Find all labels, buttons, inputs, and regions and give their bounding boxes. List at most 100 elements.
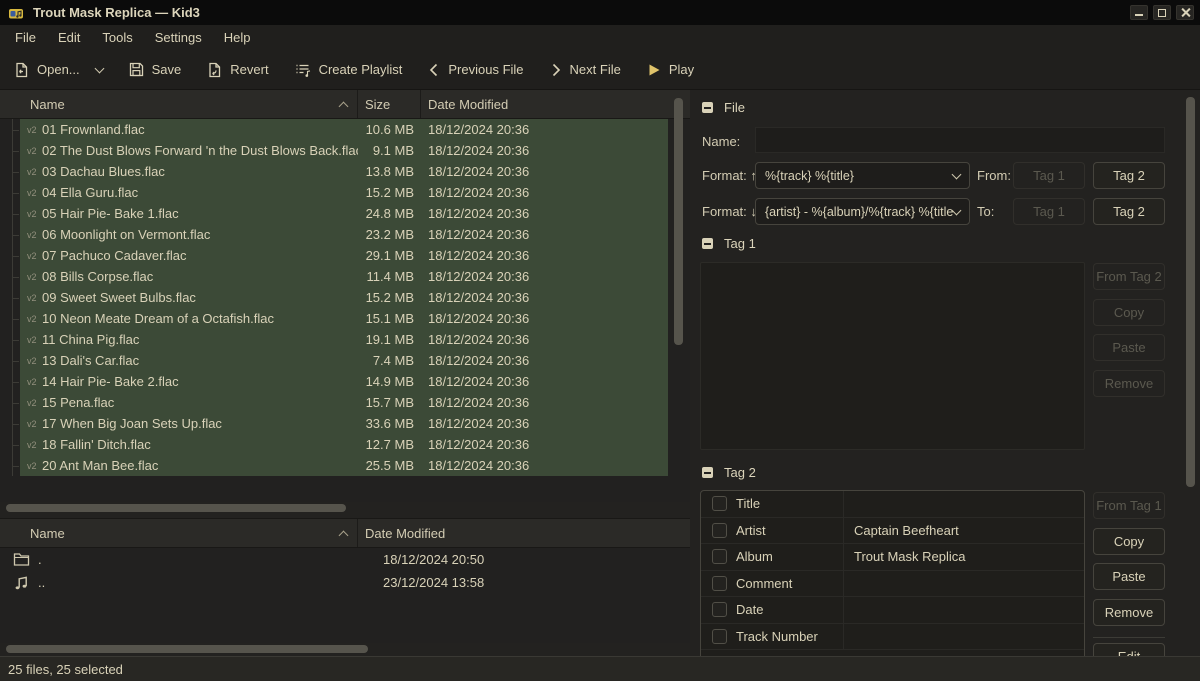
table-row[interactable]: v208 Bills Corpse.flac11.4 MB18/12/2024 … — [0, 266, 668, 287]
table-row[interactable]: v215 Pena.flac15.7 MB18/12/2024 20:36 — [0, 392, 668, 413]
table-row[interactable]: v202 The Dust Blows Forward 'n the Dust … — [0, 140, 668, 161]
tag-editor-pane: File Name: Format: ↑ %{track} %{title} F… — [690, 90, 1200, 656]
tag2-paste-button[interactable]: Paste — [1093, 563, 1165, 590]
file-list-hscroll-thumb[interactable] — [6, 504, 346, 512]
collapse-tag2-icon[interactable] — [702, 467, 713, 478]
menu-edit[interactable]: Edit — [47, 25, 91, 50]
list-item[interactable]: .18/12/2024 20:50 — [0, 548, 690, 571]
column-header-name[interactable]: Name — [0, 90, 358, 118]
collapse-tag1-icon[interactable] — [702, 238, 713, 249]
tree-branch-icon — [0, 182, 20, 203]
format-up-combobox[interactable]: %{track} %{title} — [755, 162, 970, 189]
table-row[interactable]: v211 China Pig.flac19.1 MB18/12/2024 20:… — [0, 329, 668, 350]
file-name: 10 Neon Meate Dream of a Octafish.flac — [42, 311, 358, 326]
field-value[interactable]: Captain Beefheart — [843, 518, 1084, 544]
tag2-section-header[interactable]: Tag 2 — [702, 465, 756, 480]
table-row[interactable]: v210 Neon Meate Dream of a Octafish.flac… — [0, 308, 668, 329]
menu-file[interactable]: File — [4, 25, 47, 50]
field-value[interactable] — [843, 571, 1084, 597]
format-down-label: Format: ↓ — [702, 204, 757, 219]
create-playlist-button[interactable]: Create Playlist — [295, 62, 403, 78]
field-checkbox[interactable] — [712, 576, 727, 591]
file-name: 15 Pena.flac — [42, 395, 358, 410]
window-title: Trout Mask Replica — Kid3 — [33, 5, 200, 20]
file-list-vscroll-thumb[interactable] — [674, 98, 683, 345]
table-row[interactable]: v206 Moonlight on Vermont.flac23.2 MB18/… — [0, 224, 668, 245]
table-row[interactable]: v201 Frownland.flac10.6 MB18/12/2024 20:… — [0, 119, 668, 140]
tag2-copy-button[interactable]: Copy — [1093, 528, 1165, 555]
file-name: 18 Fallin' Ditch.flac — [42, 437, 358, 452]
field-value[interactable] — [843, 491, 1084, 517]
table-row[interactable]: v218 Fallin' Ditch.flac12.7 MB18/12/2024… — [0, 434, 668, 455]
tag-v2-icon: v2 — [20, 398, 42, 408]
to-tag2-button[interactable]: Tag 2 — [1093, 198, 1165, 225]
tag-v2-icon: v2 — [20, 230, 42, 240]
toolbar: Open... Save Revert Create Playlist Prev… — [0, 50, 1200, 90]
maximize-button[interactable] — [1153, 5, 1171, 20]
tag2-fields: TitleArtistCaptain BeefheartAlbumTrout M… — [700, 490, 1085, 656]
table-row[interactable]: v205 Hair Pie- Bake 1.flac24.8 MB18/12/2… — [0, 203, 668, 224]
collapse-file-icon[interactable] — [702, 102, 713, 113]
field-value[interactable] — [843, 597, 1084, 623]
dir-list-hscroll-thumb[interactable] — [6, 645, 368, 653]
table-row[interactable]: v204 Ella Guru.flac15.2 MB18/12/2024 20:… — [0, 182, 668, 203]
dir-date: 18/12/2024 20:50 — [375, 552, 484, 567]
table-row[interactable]: v203 Dachau Blues.flac13.8 MB18/12/2024 … — [0, 161, 668, 182]
field-checkbox[interactable] — [712, 629, 727, 644]
field-checkbox[interactable] — [712, 602, 727, 617]
play-button[interactable]: Play — [647, 62, 694, 77]
open-dropdown-chevron-icon[interactable] — [94, 63, 104, 73]
file-size: 11.4 MB — [358, 269, 421, 284]
save-button[interactable]: Save — [129, 62, 182, 77]
column-header-size[interactable]: Size — [358, 90, 421, 118]
tag1-fields-area[interactable] — [700, 262, 1085, 450]
table-row[interactable]: v214 Hair Pie- Bake 2.flac14.9 MB18/12/2… — [0, 371, 668, 392]
field-label: Title — [736, 496, 843, 511]
tag2-from-tag1-button[interactable]: From Tag 1 — [1093, 492, 1165, 519]
revert-button[interactable]: Revert — [207, 62, 268, 78]
next-file-button[interactable]: Next File — [550, 62, 621, 77]
minimize-button[interactable] — [1130, 5, 1148, 20]
tag1-remove-button[interactable]: Remove — [1093, 370, 1165, 397]
table-row[interactable]: v207 Pachuco Cadaver.flac29.1 MB18/12/20… — [0, 245, 668, 266]
tree-branch-icon — [0, 413, 20, 434]
column-header-date[interactable]: Date Modified — [421, 90, 690, 118]
to-tag1-button[interactable]: Tag 1 — [1013, 198, 1085, 225]
open-button[interactable]: Open... — [14, 62, 103, 78]
filename-input[interactable] — [755, 127, 1165, 153]
tag1-copy-button[interactable]: Copy — [1093, 299, 1165, 326]
tag1-section-header[interactable]: Tag 1 — [702, 236, 756, 251]
list-item[interactable]: ..23/12/2024 13:58 — [0, 571, 690, 594]
row-selection: v205 Hair Pie- Bake 1.flac24.8 MB18/12/2… — [20, 203, 668, 224]
field-value[interactable]: Trout Mask Replica — [843, 544, 1084, 570]
table-row[interactable]: v209 Sweet Sweet Bulbs.flac15.2 MB18/12/… — [0, 287, 668, 308]
from-tag1-filename-button[interactable]: Tag 1 — [1013, 162, 1085, 189]
menu-tools[interactable]: Tools — [91, 25, 143, 50]
field-checkbox[interactable] — [712, 523, 727, 538]
menu-settings[interactable]: Settings — [144, 25, 213, 50]
dir-column-header-date[interactable]: Date Modified — [358, 519, 690, 547]
close-icon — [1181, 8, 1190, 17]
previous-file-button[interactable]: Previous File — [428, 62, 523, 77]
tag1-paste-button[interactable]: Paste — [1093, 334, 1165, 361]
tag2-edit-button[interactable]: Edit — [1093, 643, 1165, 656]
tag-editor-vscroll-thumb[interactable] — [1186, 97, 1195, 487]
close-button[interactable] — [1176, 5, 1194, 20]
table-row[interactable]: v213 Dali's Car.flac7.4 MB18/12/2024 20:… — [0, 350, 668, 371]
tag2-remove-button[interactable]: Remove — [1093, 599, 1165, 626]
field-checkbox[interactable] — [712, 496, 727, 511]
format-down-combobox[interactable]: {artist} - %{album}/%{track} %{title} — [755, 198, 970, 225]
table-row[interactable]: v220 Ant Man Bee.flac25.5 MB18/12/2024 2… — [0, 455, 668, 476]
tag-v2-icon: v2 — [20, 461, 42, 471]
from-tag2-filename-button[interactable]: Tag 2 — [1093, 162, 1165, 189]
table-row[interactable]: v217 When Big Joan Sets Up.flac33.6 MB18… — [0, 413, 668, 434]
file-size: 19.1 MB — [358, 332, 421, 347]
field-value[interactable] — [843, 624, 1084, 650]
dir-list-hscrollbar — [0, 643, 690, 656]
dir-column-header-name[interactable]: Name — [0, 519, 358, 547]
create-playlist-icon — [295, 62, 311, 78]
field-checkbox[interactable] — [712, 549, 727, 564]
menu-help[interactable]: Help — [213, 25, 262, 50]
file-section-header[interactable]: File — [702, 100, 745, 115]
tag1-from-tag2-button[interactable]: From Tag 2 — [1093, 263, 1165, 290]
